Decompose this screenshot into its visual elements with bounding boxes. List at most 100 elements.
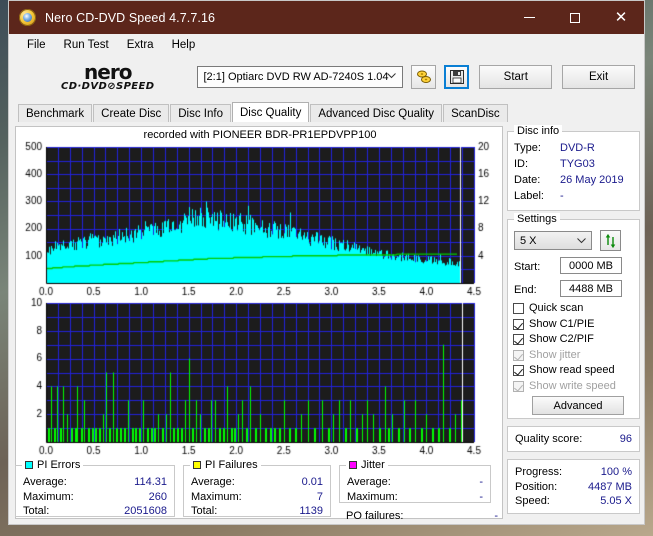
- settings-group: Settings 5 X Start: 0000 MB End: 4488 MB…: [507, 213, 641, 419]
- tab-scandisc[interactable]: ScanDisc: [443, 104, 508, 122]
- stat-key: Maximum:: [347, 490, 398, 503]
- stat-row: Maximum: 260: [16, 490, 174, 505]
- menu-item-run-test[interactable]: Run Test: [55, 37, 118, 53]
- logo-subtitle-text: CD·DVD⊘SPEED: [61, 80, 155, 92]
- right-pane: Disc info Type: DVD-R ID: TYG03 Date: 26 Ma…: [507, 125, 641, 519]
- disc-info-value: TYG03: [560, 158, 595, 170]
- refresh-arrows-icon: [605, 233, 615, 248]
- disc-info-row-date: Date: 26 May 2019: [514, 172, 633, 188]
- checkbox-label: Show read speed: [529, 364, 615, 376]
- pi-errors-chart: [16, 141, 504, 301]
- disc-info-key: Date:: [514, 174, 541, 186]
- drive-select-value: [2:1] Optiarc DVD RW AD-7240S 1.04: [203, 71, 389, 83]
- tab-advanced-disc-quality[interactable]: Advanced Disc Quality: [310, 104, 443, 122]
- checkbox-show-write-speed: Show write speed: [508, 379, 641, 395]
- tab-disc-quality[interactable]: Disc Quality: [232, 102, 310, 122]
- disc-info-row-id: ID: TYG03: [514, 156, 633, 172]
- start-mb-field[interactable]: 0000 MB: [560, 257, 622, 274]
- end-mb-field[interactable]: 4488 MB: [560, 280, 622, 297]
- save-results-button[interactable]: [444, 65, 470, 89]
- stat-key: Average:: [191, 476, 235, 488]
- maximize-button[interactable]: [552, 1, 598, 34]
- disc-info-key: Label:: [514, 190, 544, 202]
- stat-value: -: [479, 490, 483, 503]
- jitter-stats: Jitter Average: - Maximum: -: [339, 459, 491, 505]
- stat-row: Average: -: [340, 475, 490, 490]
- disc-info-row-label: Label: -: [514, 188, 633, 204]
- logo-nero-text: nero: [84, 59, 132, 84]
- menu-item-help[interactable]: Help: [163, 37, 205, 53]
- checkbox-show-read-speed[interactable]: Show read speed: [508, 363, 641, 379]
- window-title: Nero CD-DVD Speed 4.7.7.16: [45, 10, 216, 25]
- disc-info-title: Disc info: [514, 125, 563, 137]
- menu-item-file[interactable]: File: [18, 37, 55, 53]
- po-failures-key: PO failures:: [346, 510, 404, 522]
- stat-key: Total:: [23, 505, 50, 517]
- stats-title-text: PI Errors: [37, 459, 81, 471]
- pi-errors-color-swatch: [25, 461, 33, 469]
- stat-value: 1139: [299, 505, 323, 517]
- menu-item-extra[interactable]: Extra: [118, 37, 163, 53]
- maximize-icon: [570, 12, 580, 23]
- stat-key: Average:: [23, 476, 67, 488]
- quality-score-group: Quality score: 96: [507, 426, 640, 452]
- speed-select[interactable]: 5 X: [514, 231, 592, 250]
- stat-row: Maximum: -: [340, 490, 490, 505]
- stat-value: 0.01: [301, 476, 323, 488]
- stats-title-text: Jitter: [361, 459, 385, 471]
- disc-info-value: -: [560, 190, 564, 202]
- checkbox-icon: [513, 318, 524, 330]
- tab-create-disc[interactable]: Create Disc: [93, 104, 170, 122]
- pi-failures-chart: [16, 295, 504, 460]
- recorded-with-label: recorded with PIONEER BDR-PR1EPDVPP100: [143, 129, 377, 141]
- advanced-button[interactable]: Advanced: [532, 396, 624, 415]
- tab-benchmark[interactable]: Benchmark: [18, 104, 93, 122]
- po-failures-row: PO failures: -: [339, 509, 505, 524]
- tab-disc-info[interactable]: Disc Info: [170, 104, 231, 122]
- chevron-down-icon: [387, 73, 397, 79]
- disc-info-key: Type:: [514, 142, 541, 154]
- checkbox-show-c1-pie[interactable]: Show C1/PIE: [508, 317, 641, 333]
- checkbox-icon: [513, 303, 524, 315]
- checkbox-quick-scan[interactable]: Quick scan: [508, 301, 641, 317]
- stat-value: 114.31: [134, 476, 167, 488]
- exit-button[interactable]: Exit: [562, 65, 635, 89]
- stat-row: Total: 2051608: [16, 504, 174, 519]
- checkbox-label: Show C2/PIF: [529, 333, 594, 345]
- stat-row: Average: 114.31: [16, 475, 174, 490]
- progress-value: 100 %: [600, 466, 632, 478]
- start-mb-label: Start:: [514, 261, 541, 273]
- start-button[interactable]: Start: [479, 65, 553, 89]
- refresh-button[interactable]: [600, 230, 621, 251]
- speed-select-value: 5 X: [520, 234, 537, 247]
- speed-key: Speed:: [515, 495, 550, 507]
- quality-score-value: 96: [619, 433, 632, 445]
- eject-disc-button[interactable]: [411, 65, 437, 89]
- checkbox-label: Show jitter: [529, 348, 581, 361]
- progress-group: Progress: 100 % Position: 4487 MB Speed: 5.…: [507, 459, 640, 514]
- drive-select[interactable]: [2:1] Optiarc DVD RW AD-7240S 1.04: [197, 66, 404, 88]
- quality-score-label: Quality score:: [515, 433, 583, 445]
- settings-title: Settings: [514, 213, 560, 225]
- stat-key: Maximum:: [23, 490, 74, 503]
- end-mb-label: End:: [514, 284, 537, 296]
- stat-row: Total: 1139: [184, 504, 330, 519]
- stat-value: 260: [148, 490, 167, 503]
- stat-value: -: [479, 476, 483, 488]
- pi-failures-stats-title: PI Failures: [190, 459, 261, 471]
- nero-logo: nero CD·DVD⊘SPEED: [36, 59, 179, 95]
- close-icon: ✕: [614, 8, 628, 26]
- jitter-color-swatch: [349, 461, 357, 469]
- close-button[interactable]: ✕: [598, 1, 644, 34]
- menu-bar: File Run Test Extra Help: [9, 34, 644, 56]
- disc-info-group: Disc info Type: DVD-R ID: TYG03 Date: 26 Ma…: [507, 125, 640, 211]
- disc-info-key: ID:: [514, 158, 529, 170]
- checkbox-icon: [513, 349, 524, 361]
- tab-strip: Benchmark Create Disc Disc Info Disc Qua…: [18, 102, 644, 122]
- checkbox-show-c2-pif[interactable]: Show C2/PIF: [508, 332, 641, 348]
- stat-key: Average:: [347, 476, 391, 488]
- checkbox-label: Quick scan: [529, 302, 584, 314]
- minimize-button[interactable]: [506, 1, 552, 34]
- pi-errors-stats: PI Errors Average: 114.31 Maximum: 260 Tot…: [15, 459, 175, 519]
- stat-value: 2051608: [124, 505, 167, 517]
